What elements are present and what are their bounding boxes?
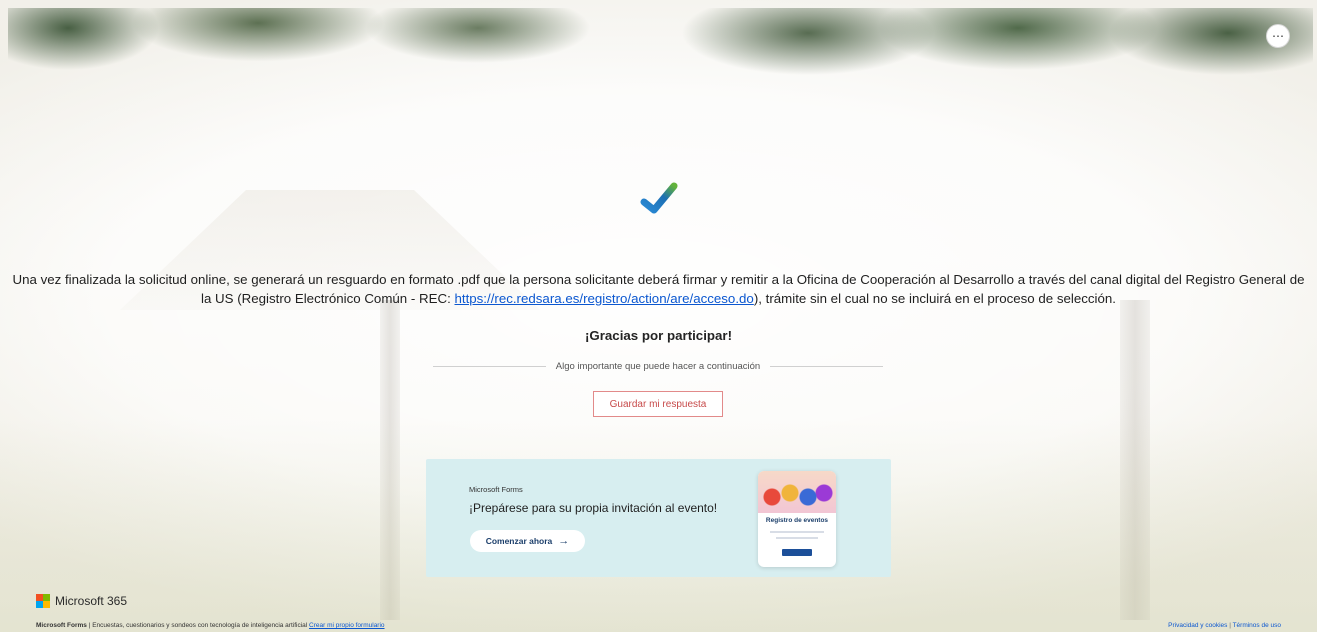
- divider-line: [433, 365, 546, 367]
- thanks-heading: ¡Gracias por participar!: [584, 328, 733, 343]
- privacy-link[interactable]: Privacidad y cookies: [1168, 622, 1227, 629]
- microsoft-365-label: Microsoft 365: [55, 594, 128, 608]
- card-text-line: [770, 531, 824, 533]
- terms-link[interactable]: Términos de uso: [1233, 622, 1281, 629]
- forms-name: Microsoft Forms: [36, 622, 87, 629]
- confirmation-message: Una vez finalizada la solicitud online, …: [6, 270, 1311, 308]
- forms-tagline: | Encuestas, cuestionarios y sondeos con…: [86, 622, 310, 629]
- arrow-right-icon: →: [558, 535, 570, 547]
- promo-banner: Microsoft Forms ¡Prepárese para su propi…: [426, 459, 891, 577]
- more-options-button[interactable]: ⋯: [1266, 24, 1290, 48]
- message-text-end: ), trámite sin el cual no se incluirá en…: [753, 291, 1116, 306]
- rec-registry-link[interactable]: https://rec.redsara.es/registro/action/a…: [454, 291, 753, 306]
- event-registration-card-image: Registro de eventos: [758, 471, 836, 567]
- promo-title: ¡Prepárese para su propia invitación al …: [469, 501, 718, 515]
- card-title: Registro de eventos: [765, 517, 829, 524]
- save-response-button[interactable]: Guardar mi respuesta: [593, 391, 723, 417]
- footer-info: Microsoft Forms | Encuestas, cuestionari…: [36, 622, 385, 629]
- promo-brand: Microsoft Forms: [469, 485, 523, 494]
- card-button: [782, 549, 812, 556]
- microsoft-365-brand: Microsoft 365: [36, 594, 127, 608]
- checkmark-icon: [640, 182, 678, 214]
- tree-canopy: [8, 8, 1313, 118]
- ellipsis-icon: ⋯: [1272, 29, 1284, 43]
- card-text-line: [776, 537, 818, 539]
- footer-links: Privacidad y cookies | Términos de uso: [1168, 622, 1281, 629]
- next-step-divider: Algo importante que puede hacer a contin…: [433, 358, 883, 374]
- next-step-label: Algo importante que puede hacer a contin…: [555, 360, 761, 372]
- people-illustration: [758, 471, 836, 513]
- start-now-label: Comenzar ahora: [485, 536, 553, 546]
- start-now-button[interactable]: Comenzar ahora →: [470, 530, 585, 552]
- divider-line: [770, 365, 883, 367]
- microsoft-logo-icon: [36, 594, 50, 608]
- create-form-link[interactable]: Crear mi propio formulario: [309, 622, 385, 629]
